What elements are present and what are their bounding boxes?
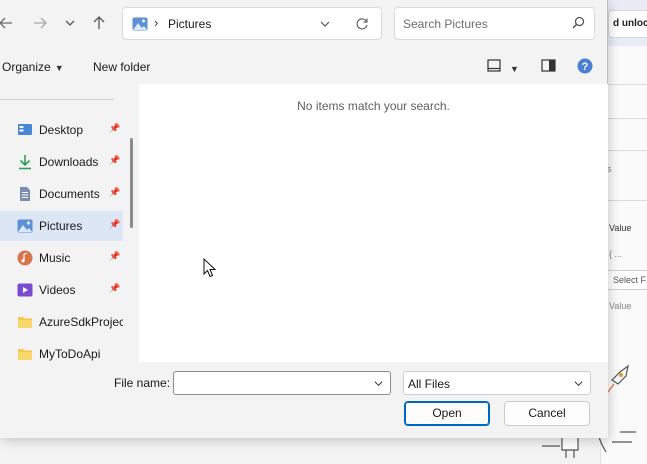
video-icon bbox=[17, 283, 33, 297]
search-placeholder: Search Pictures bbox=[403, 17, 488, 31]
pin-icon: 📌 bbox=[109, 251, 121, 261]
breadcrumb-separator: › bbox=[154, 15, 159, 30]
pin-icon: 📌 bbox=[109, 219, 121, 229]
nav-item-azuresdkproject[interactable]: AzureSdkProject bbox=[0, 307, 123, 337]
empty-message: No items match your search. bbox=[297, 99, 450, 113]
command-bar: Organize ▼ New folder ▼ ? bbox=[0, 50, 608, 84]
pin-icon: 📌 bbox=[109, 155, 121, 165]
nav-scrollbar[interactable] bbox=[130, 138, 133, 228]
caret-down-icon: ▼ bbox=[54, 63, 64, 73]
document-icon bbox=[20, 187, 30, 201]
download-icon bbox=[19, 155, 31, 170]
file-name-input[interactable] bbox=[178, 375, 358, 391]
new-folder-label: New folder bbox=[93, 60, 151, 74]
nav-item-label: AzureSdkProject bbox=[39, 315, 123, 329]
organize-label: Organize bbox=[2, 60, 51, 74]
open-button[interactable]: Open bbox=[404, 401, 490, 426]
nav-item-music[interactable]: Music 📌 bbox=[0, 243, 123, 273]
back-arrow-icon bbox=[0, 17, 12, 29]
desktop-icon bbox=[18, 124, 32, 135]
search-icon[interactable] bbox=[572, 16, 585, 29]
forward-button[interactable] bbox=[28, 10, 52, 36]
pictures-icon bbox=[17, 219, 33, 233]
nav-item-pictures[interactable]: Pictures 📌 bbox=[0, 211, 123, 241]
file-type-select[interactable]: All Files bbox=[403, 371, 591, 395]
value-header: Value bbox=[609, 223, 632, 233]
select-dropdown[interactable]: Select F bbox=[606, 270, 647, 290]
file-name-label: File name: bbox=[114, 376, 171, 390]
cancel-button[interactable]: Cancel bbox=[504, 401, 590, 426]
refresh-icon[interactable] bbox=[355, 17, 369, 31]
preview-pane-icon bbox=[541, 59, 556, 72]
preview-pane-button[interactable] bbox=[541, 59, 556, 75]
recent-locations-button[interactable] bbox=[58, 10, 82, 36]
navigation-bar: › Pictures Search Pictures bbox=[0, 0, 608, 48]
up-arrow-icon bbox=[93, 16, 105, 29]
pin-icon: 📌 bbox=[109, 283, 121, 293]
caret-down-icon: ▼ bbox=[510, 64, 519, 74]
view-icon bbox=[487, 59, 501, 72]
navigation-pane: Desktop 📌 Downloads 📌 Documents 📌 Pictur… bbox=[0, 84, 139, 362]
search-box[interactable]: Search Pictures bbox=[394, 7, 595, 40]
pictures-icon bbox=[132, 17, 148, 31]
chevron-down-icon bbox=[65, 20, 75, 26]
forward-arrow-icon bbox=[34, 17, 47, 29]
unlock-button[interactable]: d unlock bbox=[608, 10, 647, 38]
help-button[interactable]: ? bbox=[577, 58, 593, 77]
nav-item-documents[interactable]: Documents 📌 bbox=[0, 179, 123, 209]
nav-item-desktop[interactable]: Desktop 📌 bbox=[0, 115, 123, 145]
folder-icon bbox=[18, 317, 32, 328]
placeholder-row: { ... bbox=[609, 249, 623, 259]
divider bbox=[0, 99, 114, 100]
chevron-down-icon bbox=[574, 381, 583, 387]
nav-item-downloads[interactable]: Downloads 📌 bbox=[0, 147, 123, 177]
chevron-down-icon[interactable] bbox=[319, 18, 331, 30]
file-name-field[interactable] bbox=[173, 371, 391, 395]
breadcrumb-pictures[interactable]: Pictures bbox=[168, 17, 211, 31]
address-bar[interactable]: › Pictures bbox=[122, 7, 382, 40]
view-options-button[interactable] bbox=[487, 59, 501, 75]
pin-icon: 📌 bbox=[109, 187, 121, 197]
back-button[interactable] bbox=[0, 10, 18, 36]
nav-item-label: MyToDoApi bbox=[39, 347, 101, 361]
value-placeholder[interactable]: Value bbox=[609, 301, 631, 311]
new-folder-button[interactable]: New folder bbox=[93, 60, 150, 74]
folder-icon bbox=[18, 349, 32, 360]
dialog-footer: File name: All Files Open Cancel bbox=[0, 362, 608, 438]
pin-icon: 📌 bbox=[109, 123, 121, 133]
music-icon bbox=[17, 250, 33, 266]
file-type-value: All Files bbox=[408, 377, 451, 391]
up-button[interactable] bbox=[87, 10, 111, 36]
open-file-dialog: › Pictures Search Pictures Organize ▼ New… bbox=[0, 0, 608, 438]
file-list-area[interactable]: No items match your search. bbox=[139, 84, 608, 362]
chevron-down-icon[interactable] bbox=[373, 378, 384, 389]
nav-item-videos[interactable]: Videos 📌 bbox=[0, 275, 123, 305]
help-icon: ? bbox=[577, 58, 593, 74]
view-dropdown-button[interactable]: ▼ bbox=[510, 61, 519, 75]
organize-button[interactable]: Organize ▼ bbox=[2, 60, 64, 74]
svg-text:?: ? bbox=[582, 61, 589, 73]
mouse-cursor-icon bbox=[203, 258, 217, 278]
